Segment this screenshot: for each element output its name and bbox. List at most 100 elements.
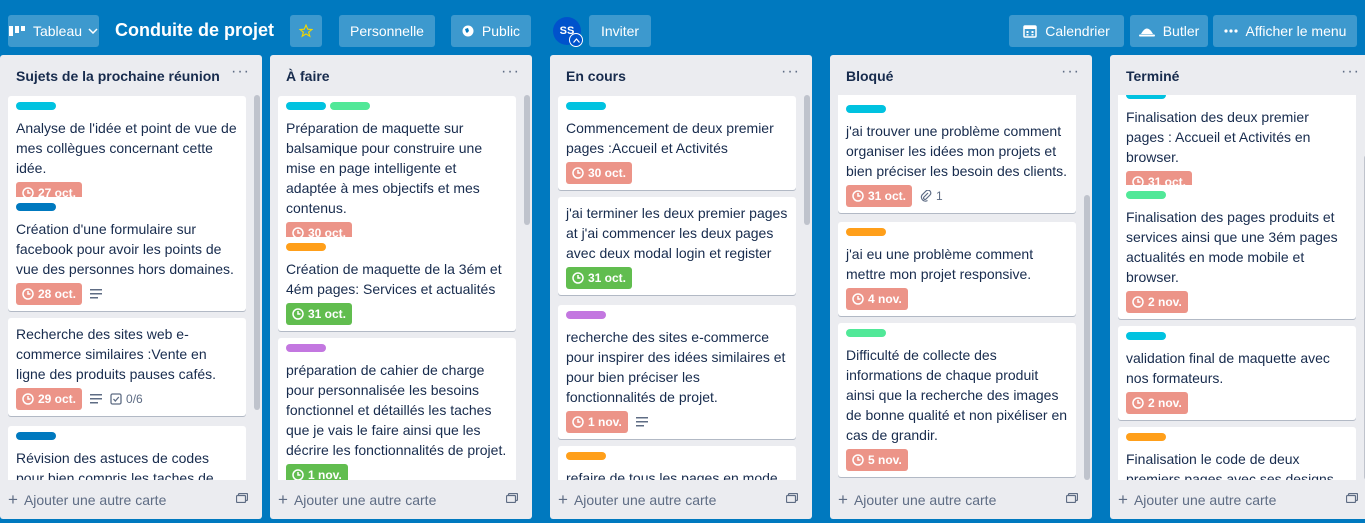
list-scrollbar[interactable] — [1084, 95, 1090, 480]
clock-icon — [572, 416, 584, 428]
list-footer: + Ajouter une autre carte — [830, 479, 1092, 519]
list-title[interactable]: Terminé — [1126, 68, 1179, 84]
list-title[interactable]: Sujets de la prochaine réunion — [16, 68, 220, 84]
card-template-icon[interactable] — [1066, 493, 1078, 503]
clock-icon — [1132, 397, 1144, 409]
list-cards: Analyse de l'idée et point de vue de mes… — [8, 95, 254, 480]
label-orange[interactable] — [1126, 433, 1166, 441]
label-orange[interactable] — [846, 228, 886, 236]
list-menu-icon[interactable]: ··· — [1341, 63, 1360, 81]
star-button[interactable] — [290, 15, 322, 47]
add-card-button[interactable]: + Ajouter une autre carte — [8, 487, 166, 513]
card-title: recherche des sites e-commerce pour insp… — [566, 329, 786, 405]
label-green[interactable] — [1126, 191, 1166, 199]
card[interactable]: Commencement de deux premier pages :Accu… — [558, 96, 796, 190]
admin-badge-icon — [569, 33, 583, 47]
label-orange[interactable] — [286, 243, 326, 251]
due-date-badge[interactable]: 2 nov. — [1126, 291, 1188, 313]
card[interactable]: j'ai eu une problème comment mettre mon … — [838, 222, 1076, 316]
due-date-badge[interactable]: 31 oct. — [846, 185, 913, 207]
card[interactable]: j'ai trouver une problème comment organi… — [838, 95, 1076, 213]
card-title: Création d'une formulaire sur facebook p… — [16, 221, 234, 277]
board-scrollbar[interactable] — [0, 519, 1365, 523]
label-cyan[interactable] — [846, 105, 886, 113]
list-menu-icon[interactable]: ··· — [781, 63, 800, 81]
card[interactable]: Analyse de l'idée et point de vue de mes… — [8, 96, 246, 210]
card[interactable]: Finalisation des pages produits et servi… — [1118, 185, 1356, 319]
boards-button[interactable]: Tableau — [8, 15, 99, 47]
card[interactable]: Recherche des sites web e-commerce simil… — [8, 318, 246, 416]
calendar-button[interactable]: Calendrier — [1009, 15, 1124, 47]
add-card-button[interactable]: + Ajouter une autre carte — [278, 487, 436, 513]
card-title: Création de maquette de la 3ém et 4ém pa… — [286, 261, 502, 297]
card-template-icon[interactable] — [1346, 493, 1358, 503]
label-cyan[interactable] — [566, 102, 606, 110]
card-template-icon[interactable] — [236, 493, 248, 503]
list-scrollbar[interactable] — [804, 95, 810, 480]
due-date: 2 nov. — [1148, 396, 1182, 410]
card[interactable]: refaire de tous les pages en mode — [558, 446, 796, 480]
list-scrollbar[interactable] — [524, 95, 530, 480]
label-green[interactable] — [330, 102, 370, 110]
card[interactable]: Finalisation des deux premier pages : Ac… — [1118, 95, 1356, 199]
due-date-badge[interactable]: 4 nov. — [846, 288, 908, 310]
label-cyan[interactable] — [1126, 95, 1166, 99]
card[interactable]: Création d'une formulaire sur facebook p… — [8, 197, 246, 311]
show-menu-button[interactable]: Afficher le menu — [1213, 15, 1357, 47]
label-cyan[interactable] — [16, 102, 56, 110]
label-blue[interactable] — [16, 203, 56, 211]
due-date-badge[interactable]: 1 nov. — [286, 464, 348, 480]
clock-icon — [1132, 296, 1144, 308]
list-title[interactable]: En cours — [566, 68, 626, 84]
card-template-icon[interactable] — [506, 493, 518, 503]
card[interactable]: Difficulté de collecte des informations … — [838, 323, 1076, 477]
list-title[interactable]: Bloqué — [846, 68, 893, 84]
card-template-icon[interactable] — [786, 493, 798, 503]
label-blue[interactable] — [16, 432, 56, 440]
card[interactable]: préparation de cahier de charge pour per… — [278, 338, 516, 480]
invite-button-label: Inviter — [600, 23, 640, 39]
calendar-button-label: Calendrier — [1045, 23, 1110, 39]
card[interactable]: j'ai terminer les deux premier pages at … — [558, 197, 796, 295]
list-cards: j'ai trouver une problème comment organi… — [838, 95, 1084, 480]
list-menu-icon[interactable]: ··· — [1061, 63, 1080, 81]
due-date-badge[interactable]: 31 oct. — [286, 303, 353, 325]
list-scrollbar[interactable] — [254, 95, 260, 480]
show-menu-button-label: Afficher le menu — [1245, 23, 1347, 39]
label-orange[interactable] — [566, 452, 606, 460]
visibility-button[interactable]: Public — [451, 15, 531, 47]
card[interactable]: recherche des sites e-commerce pour insp… — [558, 305, 796, 439]
label-green[interactable] — [846, 329, 886, 337]
butler-button-label: Butler — [1162, 23, 1200, 39]
list-cards: Commencement de deux premier pages :Accu… — [558, 95, 804, 480]
clock-icon — [292, 308, 304, 320]
add-card-button[interactable]: + Ajouter une autre carte — [1118, 487, 1276, 513]
avatar[interactable]: SS — [553, 17, 583, 47]
label-cyan[interactable] — [1126, 332, 1166, 340]
team-button[interactable]: Personnelle — [339, 15, 435, 47]
add-card-button[interactable]: + Ajouter une autre carte — [838, 487, 996, 513]
due-date-badge[interactable]: 29 oct. — [16, 388, 83, 410]
label-cyan[interactable] — [286, 102, 326, 110]
list-menu-icon[interactable]: ··· — [231, 63, 250, 81]
card[interactable]: Finalisation le code de deux premiers pa… — [1118, 427, 1356, 480]
due-date-badge[interactable]: 30 oct. — [566, 162, 633, 184]
card[interactable]: Révision des astuces de codes pour bien … — [8, 426, 246, 480]
list-menu-icon[interactable]: ··· — [501, 63, 520, 81]
due-date-badge[interactable]: 1 nov. — [566, 411, 628, 433]
card[interactable]: validation final de maquette avec nos fo… — [1118, 326, 1356, 420]
label-purple[interactable] — [286, 344, 326, 352]
invite-button[interactable]: Inviter — [589, 15, 651, 47]
butler-button[interactable]: Butler — [1130, 15, 1208, 47]
clock-icon — [852, 293, 864, 305]
list-title[interactable]: À faire — [286, 68, 330, 84]
card[interactable]: Préparation de maquette sur balsamique p… — [278, 96, 516, 250]
due-date-badge[interactable]: 5 nov. — [846, 449, 908, 471]
due-date-badge[interactable]: 2 nov. — [1126, 392, 1188, 414]
card[interactable]: Création de maquette de la 3ém et 4ém pa… — [278, 237, 516, 331]
add-card-button[interactable]: + Ajouter une autre carte — [558, 487, 716, 513]
label-purple[interactable] — [566, 311, 606, 319]
due-date-badge[interactable]: 31 oct. — [566, 267, 633, 289]
due-date-badge[interactable]: 28 oct. — [16, 283, 83, 305]
board-title[interactable]: Conduite de projet — [115, 20, 274, 41]
